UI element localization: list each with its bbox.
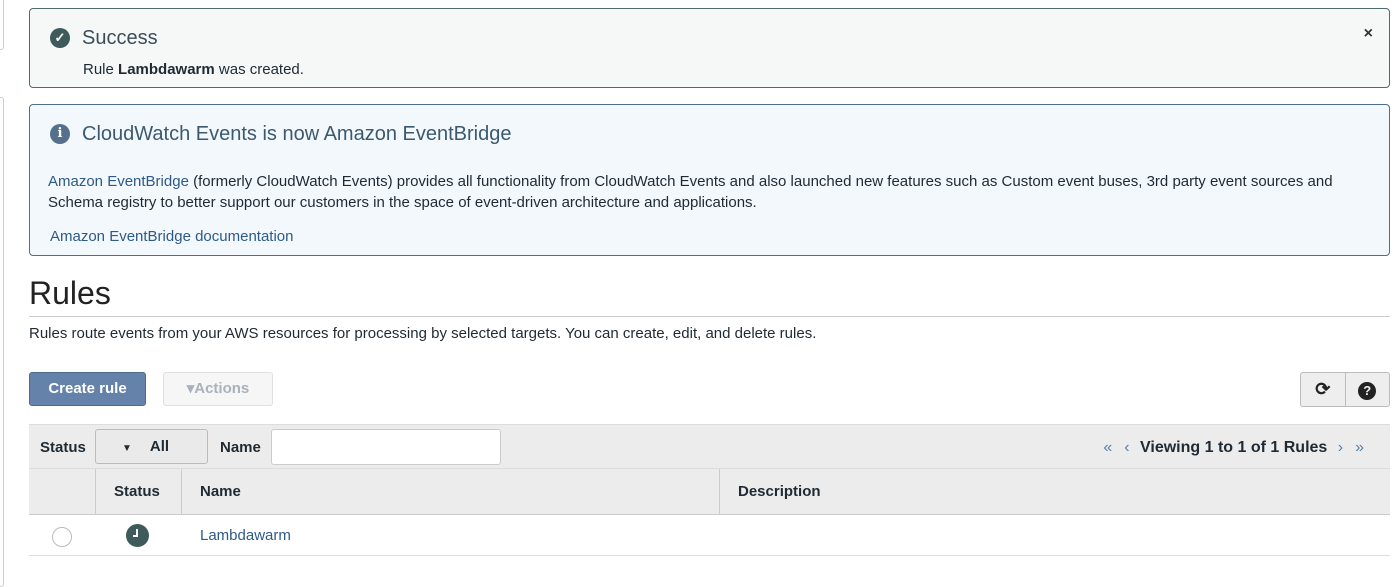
last-page-icon[interactable]: » bbox=[1355, 439, 1364, 456]
filter-bar: Status ▼ All Name « ‹ Viewing 1 to 1 of 1 … bbox=[29, 424, 1390, 468]
refresh-icon[interactable]: ⟳ bbox=[1301, 373, 1346, 406]
sidebar-fragment bbox=[0, 0, 4, 50]
row-select-radio[interactable] bbox=[52, 527, 72, 547]
pagination: « ‹ Viewing 1 to 1 of 1 Rules › » bbox=[1097, 439, 1370, 457]
create-rule-button[interactable]: Create rule bbox=[29, 372, 146, 406]
status-filter-select[interactable]: ▼ All bbox=[95, 429, 208, 464]
toolbar-icon-group: ⟳ ? bbox=[1300, 372, 1390, 407]
table-row[interactable]: Lambdawarm bbox=[29, 515, 1390, 556]
success-alert: ✓ Success Rule Lambdawarm was created. × bbox=[29, 8, 1390, 88]
first-page-icon[interactable]: « bbox=[1103, 439, 1112, 456]
name-filter-label: Name bbox=[220, 439, 261, 456]
eventbridge-link[interactable]: Amazon EventBridge bbox=[48, 173, 189, 190]
eventbridge-doc-link[interactable]: Amazon EventBridge documentation bbox=[50, 228, 293, 245]
sidebar-fragment bbox=[0, 97, 4, 587]
page-description: Rules route events from your AWS resourc… bbox=[29, 325, 817, 342]
name-filter-input[interactable] bbox=[271, 429, 501, 465]
divider bbox=[29, 316, 1390, 317]
next-page-icon[interactable]: › bbox=[1338, 439, 1343, 456]
info-body: Amazon EventBridge (formerly CloudWatch … bbox=[48, 173, 1333, 211]
clock-icon bbox=[126, 524, 149, 547]
help-icon[interactable]: ? bbox=[1346, 373, 1390, 406]
pagination-text: Viewing 1 to 1 of 1 Rules bbox=[1140, 439, 1328, 456]
column-description[interactable]: Description bbox=[719, 469, 1390, 515]
info-alert: i CloudWatch Events is now Amazon EventB… bbox=[29, 104, 1390, 256]
column-status[interactable]: Status bbox=[95, 469, 181, 515]
prev-page-icon[interactable]: ‹ bbox=[1124, 439, 1129, 456]
alert-message: Rule Lambdawarm was created. bbox=[83, 61, 304, 78]
column-name[interactable]: Name bbox=[181, 469, 719, 515]
info-title: CloudWatch Events is now Amazon EventBri… bbox=[82, 123, 512, 145]
actions-button[interactable]: ▾Actions bbox=[163, 372, 273, 406]
alert-title: Success bbox=[82, 27, 158, 49]
caret-down-icon: ▼ bbox=[122, 443, 132, 454]
table-header: Status Name Description bbox=[29, 468, 1390, 515]
status-filter-label: Status bbox=[40, 439, 86, 456]
info-circle-icon: i bbox=[50, 124, 70, 144]
check-circle-icon: ✓ bbox=[50, 28, 70, 48]
page-title: Rules bbox=[29, 275, 111, 311]
close-icon[interactable]: × bbox=[1364, 25, 1373, 43]
rule-name-link[interactable]: Lambdawarm bbox=[200, 527, 291, 544]
